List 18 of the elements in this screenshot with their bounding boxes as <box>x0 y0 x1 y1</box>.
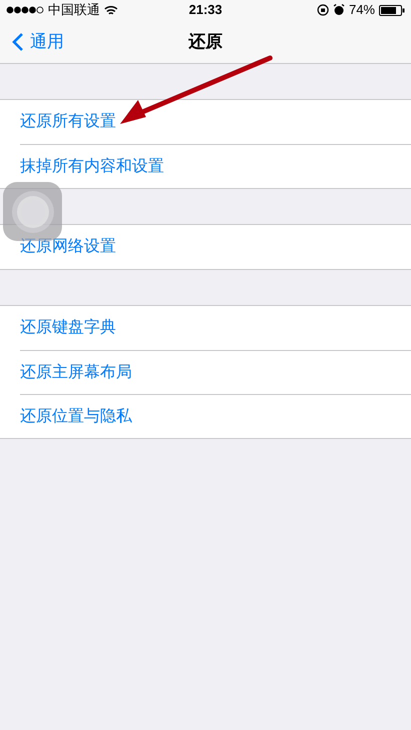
carrier-name: 中国联通 <box>48 1 100 20</box>
nav-title: 还原 <box>188 30 222 53</box>
alarm-icon <box>332 4 345 16</box>
settings-row[interactable]: 还原所有设置 <box>20 110 116 134</box>
back-button[interactable]: 通用 <box>0 28 64 54</box>
wifi-icon <box>104 4 118 16</box>
status-time: 21:33 <box>188 1 222 20</box>
settings-row[interactable]: 还原主屏幕布局 <box>20 360 132 384</box>
settings-row[interactable]: 还原位置与隐私 <box>20 404 132 428</box>
settings-row[interactable]: 抹掉所有内容和设置 <box>20 154 164 178</box>
home-circle-icon <box>10 190 54 234</box>
battery-icon <box>379 4 405 16</box>
settings-row[interactable]: 还原键盘字典 <box>20 316 116 340</box>
signal-icon <box>6 6 44 14</box>
chevron-left-icon <box>12 32 24 52</box>
settings-row[interactable]: 还原网络设置 <box>20 235 116 259</box>
rotation-lock-icon <box>316 4 329 16</box>
battery-percent: 74% <box>348 1 375 20</box>
